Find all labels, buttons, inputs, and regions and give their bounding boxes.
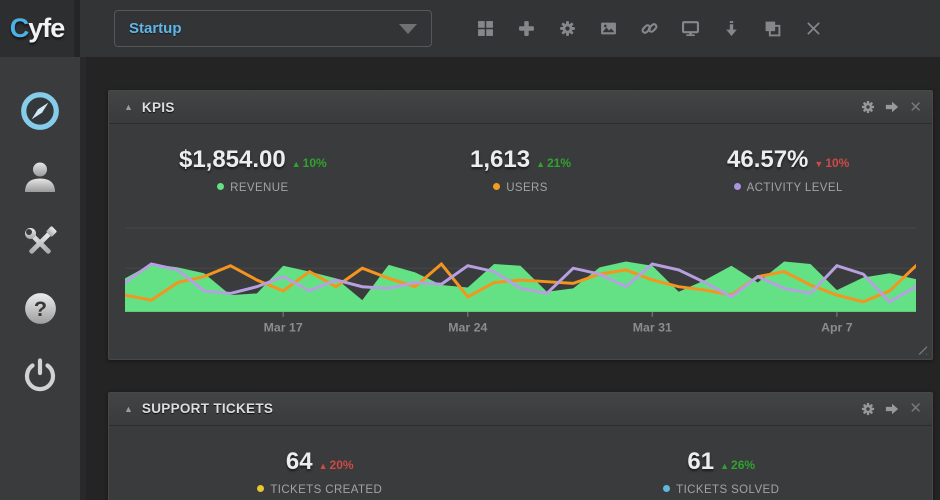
power-icon [22, 357, 58, 398]
kpi-tickets-created: 64 ▲ 20% TICKETS CREATED [119, 448, 521, 496]
kpi-value: 46.57% [727, 146, 809, 173]
grid-icon[interactable] [472, 16, 498, 42]
sidebar-item-tools[interactable] [18, 225, 62, 265]
kpi-label: REVENUE [119, 182, 387, 194]
trend-up-icon: ▲ [291, 159, 301, 169]
kpi-delta: ▲ 21% [536, 156, 572, 170]
sidebar-item-help[interactable]: ? [18, 291, 62, 331]
collapse-icon[interactable]: ▲ [124, 404, 133, 414]
kpi-tickets-solved: 61 ▲ 26% TICKETS SOLVED [521, 448, 923, 496]
close-icon[interactable] [800, 16, 826, 42]
kpi-label: USERS [387, 182, 655, 194]
kpi-chart[interactable]: Mar 17 Mar 24 Mar 31 Apr 7 [125, 218, 916, 339]
widget-kpis: ▲ KPIS ✕ $1,854.00 ▲ 10% REVENUE 1,613 ▲… [108, 90, 933, 360]
move-icon[interactable] [885, 402, 899, 416]
resize-handle[interactable] [914, 341, 927, 355]
kpi-value: $1,854.00 [178, 146, 286, 173]
kpi-value: 61 [687, 447, 715, 475]
dashboard-select[interactable]: Startup [114, 10, 432, 47]
kpi-delta: ▼ 10% [814, 156, 850, 170]
series-dot [257, 484, 265, 492]
trend-up-icon: ▲ [318, 460, 328, 471]
topbar-toolbar [472, 16, 826, 42]
layers-icon[interactable] [759, 16, 785, 42]
kpi-label: ACTIVITY LEVEL [654, 182, 922, 194]
widget-title: SUPPORT TICKETS [141, 401, 274, 417]
tools-icon [20, 223, 60, 268]
sidebar-item-dashboards[interactable] [18, 91, 62, 133]
download-icon[interactable] [718, 16, 744, 42]
chevron-down-icon [399, 23, 417, 34]
help-icon: ? [22, 290, 59, 332]
close-icon[interactable]: ✕ [909, 100, 922, 115]
svg-text:Apr 7: Apr 7 [821, 321, 853, 335]
kpi-delta: ▲ 10% [291, 156, 327, 170]
sidebar-item-logout[interactable] [18, 357, 62, 397]
widget-footer [109, 339, 932, 359]
logo-rest: yfe [28, 13, 65, 43]
link-icon[interactable] [636, 16, 662, 42]
series-dot [493, 183, 501, 190]
widget-actions: ✕ [861, 401, 922, 416]
add-widget-icon[interactable] [513, 16, 539, 42]
compass-icon [19, 90, 61, 137]
widget-actions: ✕ [861, 100, 922, 115]
widget-title: KPIS [141, 99, 175, 115]
settings-icon[interactable] [861, 100, 875, 114]
kpi-delta: ▲ 26% [720, 457, 756, 472]
svg-text:Mar 31: Mar 31 [633, 321, 672, 335]
series-dot [733, 183, 741, 190]
trend-down-icon: ▼ [814, 159, 824, 169]
logo-letter-c: C [9, 13, 29, 43]
kpis-widget-header: ▲ KPIS ✕ [109, 91, 932, 124]
kpi-activity-level: 46.57% ▼ 10% ACTIVITY LEVEL [654, 146, 922, 194]
kpi-row: $1,854.00 ▲ 10% REVENUE 1,613 ▲ 21% USERS 46… [109, 124, 932, 194]
trend-up-icon: ▲ [536, 159, 545, 169]
tickets-kpi-row: 64 ▲ 20% TICKETS CREATED 61 ▲ 26% TICKETS SO… [109, 426, 932, 500]
settings-icon[interactable] [861, 402, 875, 416]
dashboard-content: ▲ KPIS ✕ $1,854.00 ▲ 10% REVENUE 1,613 ▲… [86, 57, 940, 500]
kpi-delta: ▲ 20% [318, 457, 354, 472]
kpi-users: 1,613 ▲ 21% USERS [387, 146, 655, 194]
kpi-label: TICKETS SOLVED [521, 484, 923, 496]
widget-support-tickets: ▲ SUPPORT TICKETS ✕ 64 ▲ 20% TICKETS CREAT… [108, 391, 933, 500]
user-icon [21, 158, 59, 201]
image-icon[interactable] [595, 16, 621, 42]
kpi-label: TICKETS CREATED [119, 484, 521, 496]
kpi-value: 64 [285, 447, 313, 475]
sidebar-item-account[interactable] [18, 159, 62, 199]
tickets-widget-header: ▲ SUPPORT TICKETS ✕ [109, 392, 932, 426]
dashboard-select-value: Startup [129, 20, 182, 37]
svg-text:?: ? [33, 296, 46, 321]
display-icon[interactable] [677, 16, 703, 42]
move-icon[interactable] [885, 100, 899, 114]
svg-text:Mar 24: Mar 24 [448, 321, 487, 335]
close-icon[interactable]: ✕ [909, 401, 922, 416]
trend-up-icon: ▲ [720, 460, 730, 471]
series-dot [663, 484, 671, 492]
collapse-icon[interactable]: ▲ [124, 102, 133, 112]
kpi-chart-area: Mar 17 Mar 24 Mar 31 Apr 7 [109, 194, 932, 339]
sidebar: ? [0, 57, 86, 500]
kpi-revenue: $1,854.00 ▲ 10% REVENUE [119, 146, 387, 194]
kpi-value: 1,613 [470, 146, 531, 173]
settings-icon[interactable] [554, 16, 580, 42]
topbar: Cyfe Startup [0, 0, 940, 57]
cyfe-logo[interactable]: Cyfe [9, 13, 66, 44]
logo-box: Cyfe [0, 0, 80, 57]
series-dot [217, 183, 225, 190]
svg-text:Mar 17: Mar 17 [264, 321, 303, 335]
